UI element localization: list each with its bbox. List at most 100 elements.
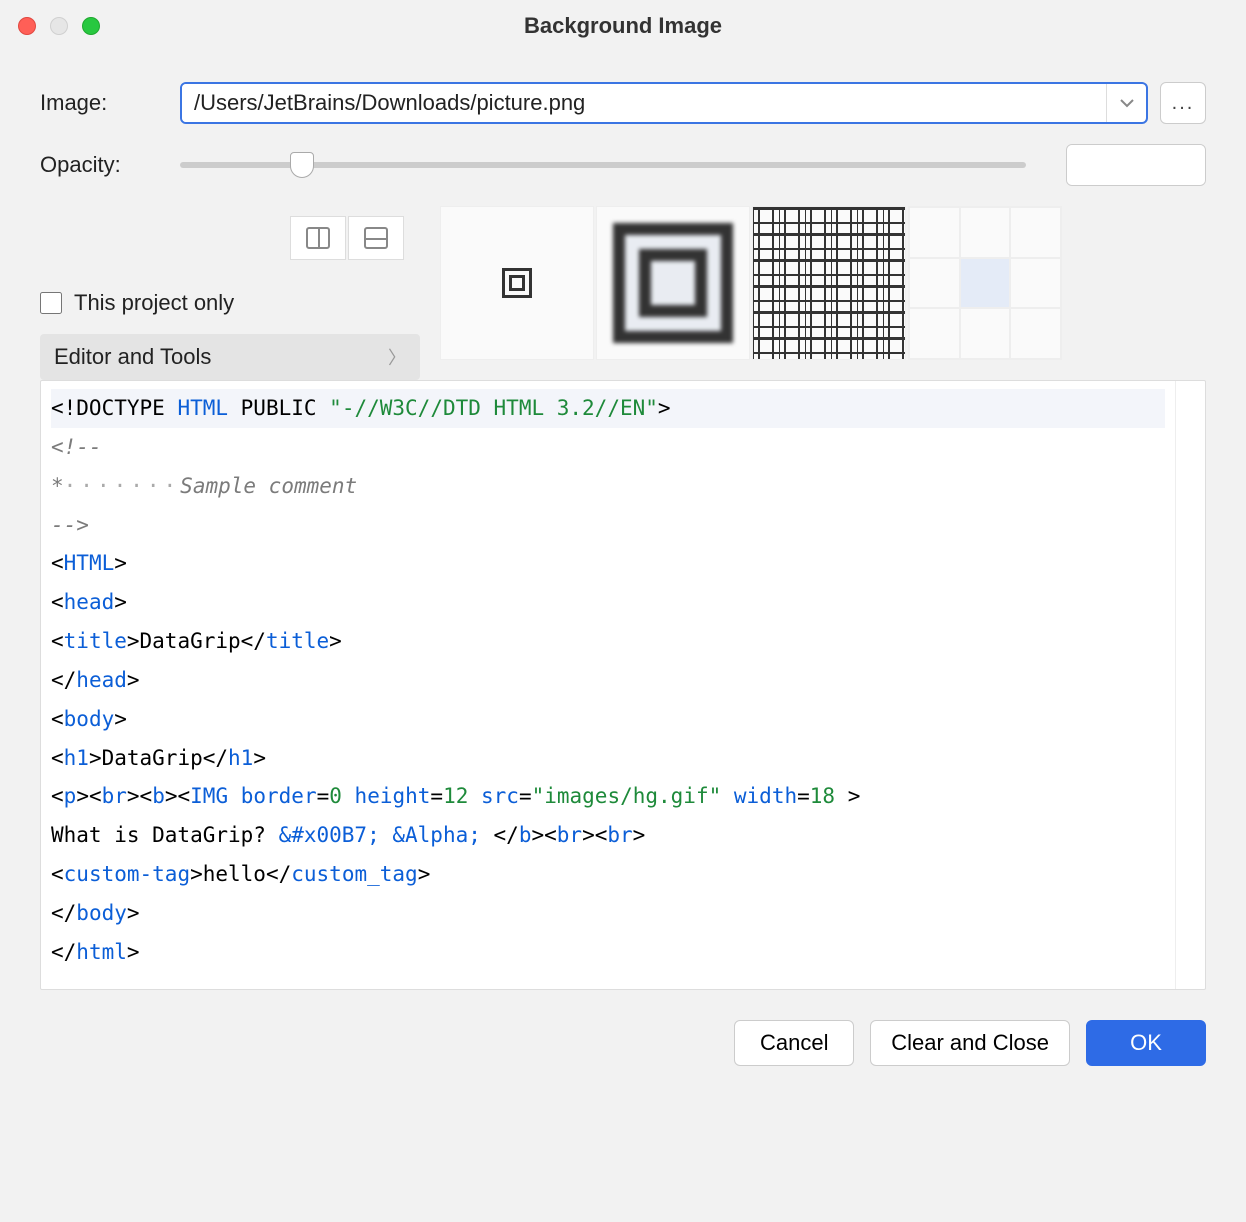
code-token: < [51,590,64,614]
image-path-input[interactable] [182,84,1106,122]
code-token: = [317,784,330,808]
code-token: > [127,940,140,964]
code-token: head [64,590,115,614]
code-token: >< [76,784,101,808]
code-token: </ [51,668,76,692]
anchor-cell[interactable] [960,308,1011,359]
code-token: > [253,746,266,770]
code-token: > [418,862,431,886]
code-token: border [241,784,317,808]
clear-and-close-button[interactable]: Clear and Close [870,1020,1070,1066]
split-vertical-icon [306,227,330,249]
code-token: > [633,823,646,847]
code-token: 0 [329,784,354,808]
window-title: Background Image [0,13,1246,39]
code-token: br [607,823,632,847]
opacity-slider[interactable] [180,162,1026,168]
anchor-grid[interactable] [908,206,1062,360]
options-row: This project only Editor and Tools 〉 [40,206,1206,380]
split-buttons [290,216,420,260]
code-token: HTML [64,551,115,575]
code-token: h1 [64,746,89,770]
code-token: head [76,668,127,692]
cancel-button[interactable]: Cancel [734,1020,854,1066]
fill-mode-tile[interactable] [752,206,906,360]
code-token: </ [51,940,76,964]
code-token: > [114,590,127,614]
chevron-down-icon[interactable] [1106,84,1146,122]
code-token: < [51,746,64,770]
code-token: = [430,784,443,808]
anchor-cell-selected[interactable] [960,258,1011,309]
code-token: 18 [810,784,848,808]
scope-selector-label: Editor and Tools [54,344,211,370]
code-token: h1 [228,746,253,770]
code-token: ······· [64,474,181,498]
anchor-cell[interactable] [909,308,960,359]
split-horizontal-button[interactable] [348,216,404,260]
slider-thumb-icon[interactable] [290,152,314,178]
split-horizontal-icon [364,227,388,249]
code-token: >< [531,823,556,847]
code-token: * [51,474,64,498]
split-vertical-button[interactable] [290,216,346,260]
anchor-cell[interactable] [909,207,960,258]
code-token: >< [127,784,152,808]
code-area: <!DOCTYPE HTML PUBLIC "-//W3C//DTD HTML … [41,381,1175,989]
code-token: b [519,823,532,847]
code-token: > [127,668,140,692]
opacity-value-input[interactable] [1067,145,1206,185]
code-token: > [329,629,342,653]
project-only-checkbox-row[interactable]: This project only [40,290,420,316]
opacity-label: Opacity: [40,152,180,178]
code-token: p [64,784,77,808]
tile-pattern-icon [753,207,905,359]
code-token: "images/hg.gif" [532,784,734,808]
code-token: = [797,784,810,808]
ok-button[interactable]: OK [1086,1020,1206,1066]
project-only-checkbox[interactable] [40,292,62,314]
fill-mode-plain[interactable] [440,206,594,360]
anchor-cell[interactable] [909,258,960,309]
scrollbar[interactable] [1175,381,1205,989]
code-token: > [127,901,140,925]
button-bar: Cancel Clear and Close OK [0,990,1246,1096]
code-token: custom-tag [64,862,190,886]
code-token: b [152,784,165,808]
code-token: >DataGrip</ [127,629,266,653]
code-token: = [519,784,532,808]
code-token: >hello</ [190,862,291,886]
code-token: br [102,784,127,808]
image-path-combo [180,82,1148,124]
code-token: < [51,551,64,575]
browse-button[interactable]: ... [1160,82,1206,124]
square-icon [502,268,532,298]
code-token: html [76,940,127,964]
code-token: </ [494,823,519,847]
code-token: 12 [443,784,481,808]
fill-mode-scale[interactable] [596,206,750,360]
code-token: >DataGrip</ [89,746,228,770]
scope-selector[interactable]: Editor and Tools 〉 [40,334,420,380]
opacity-stepper: ▲ ▼ [1066,144,1206,186]
code-token: PUBLIC [241,396,330,420]
titlebar: Background Image [0,0,1246,52]
code-token: Sample comment [180,474,357,498]
code-token: < [51,784,64,808]
anchor-cell[interactable] [960,207,1011,258]
code-token: > [114,551,127,575]
chevron-right-icon: 〉 [388,344,406,370]
code-token: </ [51,901,76,925]
code-token: &#x00B7; &Alpha; [279,823,494,847]
big-square-icon [613,223,733,343]
code-token: <!-- [51,435,102,459]
code-token: < [51,862,64,886]
code-token: title [266,629,329,653]
anchor-cell[interactable] [1010,258,1061,309]
code-token: > [658,396,671,420]
anchor-cell[interactable] [1010,207,1061,258]
code-token: > [114,707,127,731]
code-token: src [481,784,519,808]
anchor-cell[interactable] [1010,308,1061,359]
code-token: --> [51,513,89,537]
